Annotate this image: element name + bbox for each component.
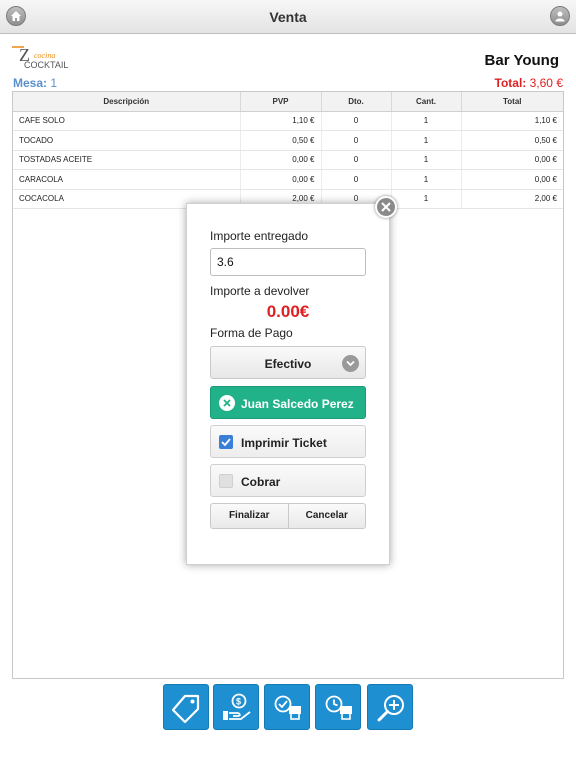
imprimir-ticket-label: Imprimir Ticket <box>241 436 327 450</box>
checkbox-unchecked-icon <box>219 474 233 488</box>
importe-entregado-input[interactable] <box>210 248 366 276</box>
imprimir-ticket-checkbox[interactable]: Imprimir Ticket <box>210 425 366 458</box>
row-cant: 1 <box>391 130 462 151</box>
total-value: 3,60 € <box>529 76 563 90</box>
row-dto: 0 <box>321 130 392 151</box>
importe-devolver-label: Importe a devolver <box>210 284 310 298</box>
row-pvp: 0,00 € <box>240 150 322 170</box>
payment-button[interactable]: $ <box>213 684 259 730</box>
table-row[interactable]: TOCADO 0,50 € 0 1 0,50 € <box>13 130 563 151</box>
change-amount: 0.00€ <box>266 302 310 321</box>
total-label: Total: <box>494 76 527 90</box>
row-desc: CARACOLA <box>13 169 241 190</box>
shop-name: Bar Young <box>484 52 559 69</box>
close-icon <box>381 202 391 212</box>
row-cant: 1 <box>391 111 462 131</box>
close-icon[interactable] <box>219 395 235 411</box>
top-bar: Venta <box>0 0 576 34</box>
svg-text:COCKTAIL: COCKTAIL <box>24 60 68 70</box>
row-dto: 0 <box>321 169 392 190</box>
row-pvp: 0,00 € <box>240 169 322 190</box>
forma-pago-label: Forma de Pago <box>210 326 293 340</box>
table-number: Mesa: 1 <box>13 76 57 90</box>
price-tag-button[interactable] <box>163 684 209 730</box>
row-cant: 1 <box>391 189 462 209</box>
dialog-actions: Finalizar Cancelar <box>210 503 366 529</box>
row-dto: 0 <box>321 150 392 170</box>
check-ticket-icon <box>274 695 301 720</box>
svg-text:$: $ <box>236 697 241 707</box>
clock-ticket-icon <box>325 695 352 720</box>
brand-logo: Z cocina COCKTAIL <box>12 45 68 70</box>
row-total: 0,00 € <box>461 169 563 190</box>
row-total: 2,00 € <box>461 189 563 209</box>
row-total: 0,50 € <box>461 130 563 151</box>
col-pvp: PVP <box>240 92 322 112</box>
mesa-label: Mesa: <box>13 76 48 90</box>
row-desc: TOSTADAS ACEITE <box>13 150 241 170</box>
chevron-down-icon <box>342 355 359 372</box>
col-total: Total <box>461 92 563 112</box>
row-dto: 0 <box>321 111 392 131</box>
client-name: Juan Salcedo Perez <box>241 397 354 411</box>
importe-entregado-label: Importe entregado <box>210 229 309 243</box>
zoom-in-icon <box>377 695 404 722</box>
table-row[interactable]: CAFE SOLO 1,10 € 0 1 1,10 € <box>13 111 563 131</box>
svg-text:cocina: cocina <box>34 51 55 60</box>
row-cant: 1 <box>391 169 462 190</box>
user-icon <box>555 11 565 22</box>
zoom-in-button[interactable] <box>367 684 413 730</box>
client-button[interactable]: Juan Salcedo Perez <box>210 386 366 419</box>
col-cant: Cant. <box>391 92 462 112</box>
col-descripcion: Descripción <box>13 92 241 112</box>
check-ticket-button[interactable] <box>264 684 310 730</box>
table-row[interactable]: TOSTADAS ACEITE 0,00 € 0 1 0,00 € <box>13 150 563 170</box>
mesa-value: 1 <box>50 76 58 90</box>
table-row[interactable]: CARACOLA 0,00 € 0 1 0,00 € <box>13 169 563 190</box>
payment-icon: $ <box>223 693 251 720</box>
col-dto: Dto. <box>321 92 392 112</box>
row-cant: 1 <box>391 150 462 170</box>
row-desc: TOCADO <box>13 130 241 151</box>
payment-method-select[interactable]: Efectivo <box>210 346 366 379</box>
price-tag-icon <box>171 694 200 724</box>
cancelar-button[interactable]: Cancelar <box>289 504 366 528</box>
order-total: Total: 3,60 € <box>495 76 564 90</box>
row-total: 0,00 € <box>461 150 563 170</box>
row-total: 1,10 € <box>461 111 563 131</box>
cobrar-label: Cobrar <box>241 475 281 489</box>
clock-ticket-button[interactable] <box>315 684 361 730</box>
table-header: Descripción PVP Dto. Cant. Total <box>13 92 563 112</box>
row-pvp: 0,50 € <box>240 130 322 151</box>
payment-dialog: Importe entregado Importe a devolver 0.0… <box>186 203 390 565</box>
cobrar-checkbox[interactable]: Cobrar <box>210 464 366 497</box>
row-desc: CAFE SOLO <box>13 111 241 131</box>
user-button[interactable] <box>550 6 570 26</box>
page-title: Venta <box>269 9 307 25</box>
finalizar-button[interactable]: Finalizar <box>211 504 289 528</box>
row-pvp: 1,10 € <box>240 111 322 131</box>
checkbox-checked-icon <box>219 435 233 449</box>
dialog-close-button[interactable] <box>375 196 397 218</box>
